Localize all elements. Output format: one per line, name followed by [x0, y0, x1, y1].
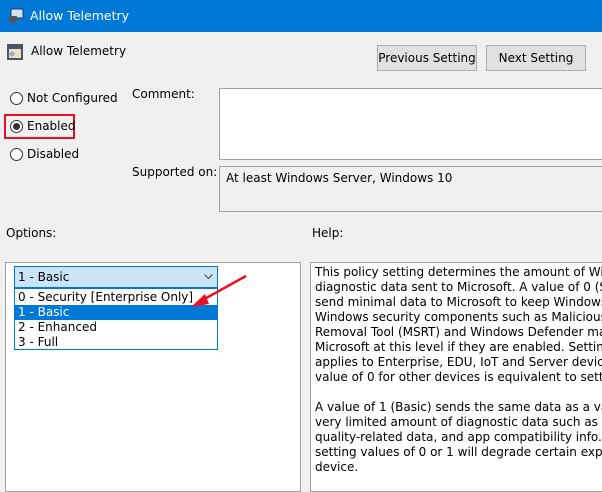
help-label: Help:: [312, 226, 344, 240]
policy-name: Allow Telemetry: [31, 44, 127, 58]
radio-circle[interactable]: [10, 119, 23, 133]
comment-label: Comment:: [132, 87, 195, 101]
comment-textarea[interactable]: [219, 88, 602, 160]
help-text-line: value of 0 for other devices is equivale…: [315, 370, 602, 384]
help-text-line: send minimal data to Microsoft to keep W…: [315, 295, 602, 309]
help-panel: This policy setting determines the amoun…: [310, 262, 602, 492]
supported-on-value: At least Windows Server, Windows 10: [219, 166, 602, 212]
options-label: Options:: [6, 226, 57, 240]
policy-window-icon: [9, 8, 24, 23]
radio-disabled[interactable]: Disabled: [10, 147, 79, 161]
help-text-line: Windows security components such as Mali…: [315, 310, 602, 324]
window-title: Allow Telemetry: [30, 8, 130, 23]
help-text-line: device.: [315, 460, 359, 474]
help-text-line: setting values of 0 or 1 will degrade ce…: [315, 445, 602, 459]
help-text-line: Microsoft at this level if they are enab…: [315, 340, 602, 354]
radio-label: Enabled: [27, 119, 76, 133]
annotation-arrow-icon: [191, 274, 247, 307]
help-text-line: quality-related data, and app compatibil…: [315, 430, 602, 444]
policy-icon: [7, 44, 23, 60]
dropdown-option-full[interactable]: 3 - Full: [15, 335, 217, 350]
radio-enabled[interactable]: Enabled: [10, 119, 76, 133]
radio-not-configured[interactable]: Not Configured: [10, 91, 118, 105]
previous-setting-button[interactable]: Previous Setting: [377, 45, 477, 71]
help-text-line: applies to Enterprise, EDU, IoT and Serv…: [315, 355, 602, 369]
help-text-line: diagnostic data sent to Microsoft. A val…: [315, 280, 602, 294]
radio-label: Not Configured: [27, 91, 118, 105]
help-text-line: A value of 1 (Basic) sends the same data…: [315, 400, 602, 414]
help-text-line: Removal Tool (MSRT) and Windows Defender…: [315, 325, 602, 339]
radio-label: Disabled: [27, 147, 80, 161]
dropdown-option-enhanced[interactable]: 2 - Enhanced: [15, 320, 217, 335]
dropdown-value: 1 - Basic: [18, 270, 70, 284]
title-bar: Allow Telemetry: [0, 0, 602, 32]
supported-on-label: Supported on:: [132, 165, 218, 179]
next-setting-button[interactable]: Next Setting: [486, 45, 586, 71]
help-text-line: [315, 385, 602, 400]
help-text-line: This policy setting determines the amoun…: [315, 265, 602, 279]
radio-circle[interactable]: [10, 91, 23, 105]
radio-circle[interactable]: [10, 147, 23, 161]
help-text-line: very limited amount of diagnostic data s…: [315, 415, 602, 429]
supported-on-text: At least Windows Server, Windows 10: [226, 171, 453, 185]
